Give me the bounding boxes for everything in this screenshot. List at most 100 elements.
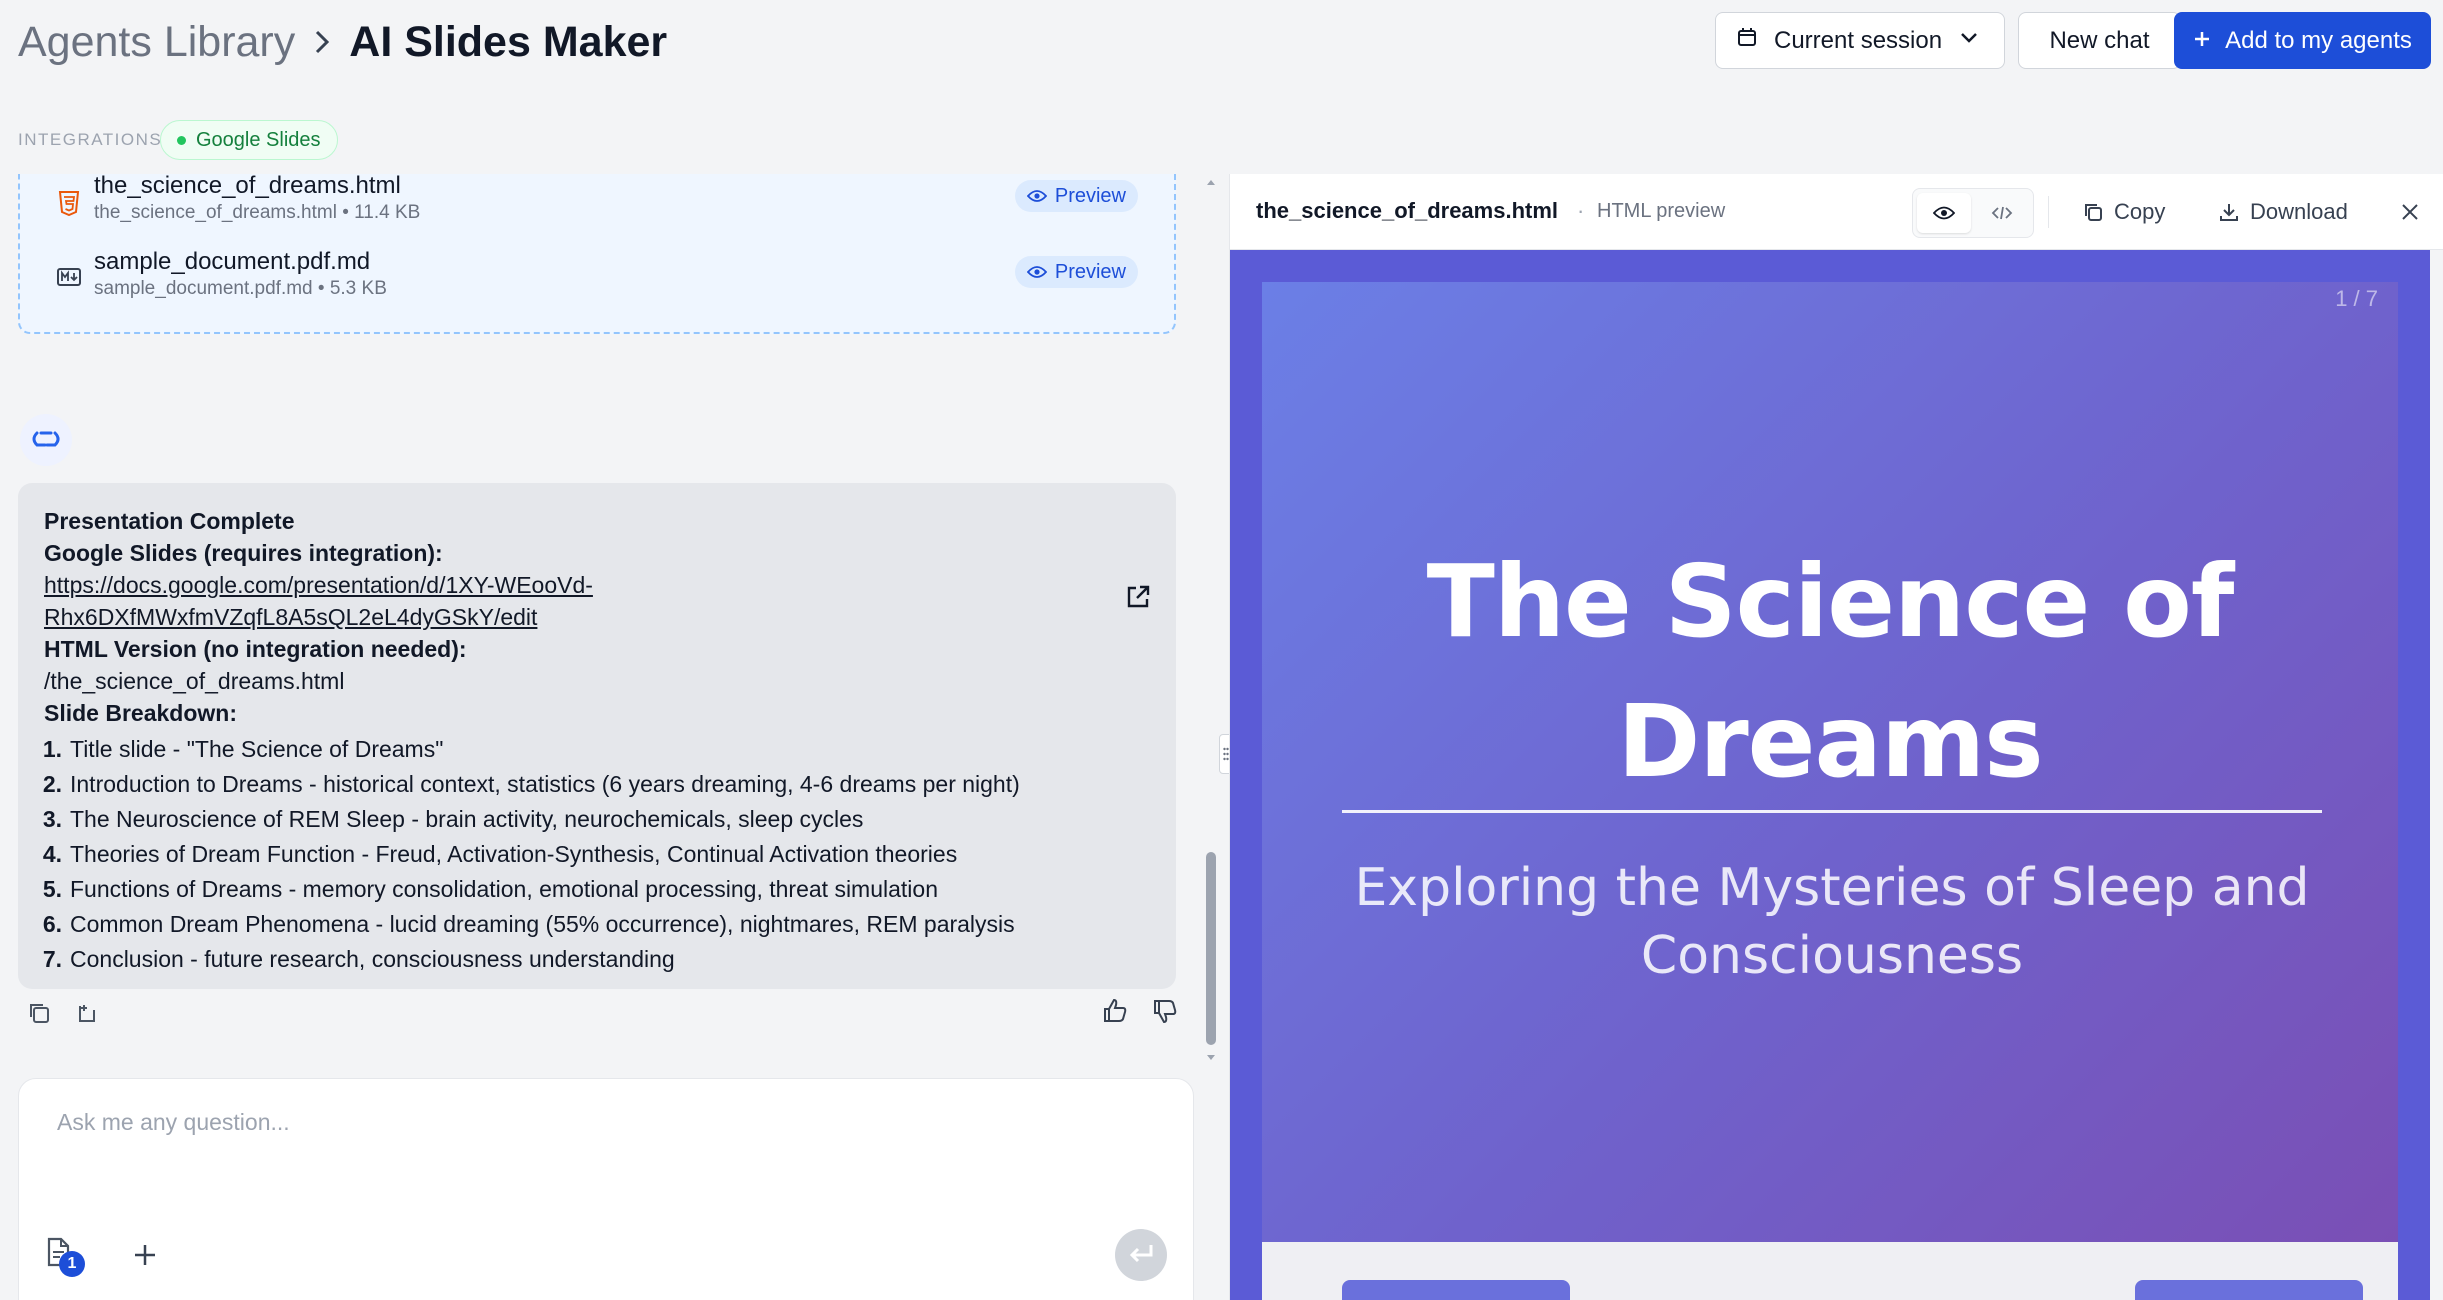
title-separator: · xyxy=(1577,198,1585,223)
list-item: 3. The Neuroscience of REM Sleep - brain … xyxy=(43,801,1150,836)
preview-button[interactable]: Preview xyxy=(1014,256,1138,288)
gslides-link[interactable]: https://docs.google.com/presentation/d/1… xyxy=(44,572,593,598)
page-title: AI Slides Maker xyxy=(349,17,668,66)
bookmark-plus-icon xyxy=(79,1005,95,1022)
preview-mode-button[interactable] xyxy=(1917,193,1971,233)
markdown-icon xyxy=(57,268,81,286)
code-mode-button[interactable] xyxy=(1975,193,2029,233)
download-icon xyxy=(2220,204,2238,221)
file-row: sample_document.pdf.md sample_document.p… xyxy=(20,248,1174,328)
external-link-icon[interactable] xyxy=(1124,583,1152,611)
new-chat-label: New chat xyxy=(2049,26,2150,54)
list-number: 6. xyxy=(42,910,62,937)
file-name[interactable]: the_science_of_dreams.html xyxy=(94,174,401,200)
session-select[interactable]: Current session xyxy=(1715,12,2005,69)
save-message-button[interactable] xyxy=(72,998,102,1028)
breadcrumb-agents-library[interactable]: Agents Library xyxy=(18,18,295,67)
list-item: 5. Functions of Dreams - memory consolida… xyxy=(43,871,1150,906)
preview-scrollbar[interactable] xyxy=(2430,250,2443,1300)
list-text: Theories of Dream Function - Freud, Acti… xyxy=(70,840,958,867)
preview-label: Preview xyxy=(1054,260,1126,283)
thumbs-up-icon xyxy=(1104,998,1127,1022)
slide-divider xyxy=(1342,810,2322,813)
list-item: 1. Title slide - "The Science of Dreams" xyxy=(43,731,1150,766)
list-text: Conclusion - future research, consciousn… xyxy=(70,945,675,972)
file-row: the_science_of_dreams.html the_science_o… xyxy=(20,174,1174,256)
list-text: Common Dream Phenomena - lucid dreaming … xyxy=(70,910,1015,937)
list-item: 6. Common Dream Phenomena - lucid dreamin… xyxy=(43,906,1150,941)
slide-counter: 1 / 7 xyxy=(2335,286,2378,311)
send-button[interactable] xyxy=(1115,1229,1167,1281)
slide-breakdown-list: 1. Title slide - "The Science of Dreams" … xyxy=(43,731,1150,976)
status-dot-icon xyxy=(177,135,186,145)
html-path: /the_science_of_dreams.html xyxy=(44,668,345,694)
list-text: The Neuroscience of REM Sleep - brain ac… xyxy=(70,805,864,832)
scroll-down-icon[interactable] xyxy=(1205,1052,1217,1064)
new-chat-button[interactable]: New chat xyxy=(2018,12,2181,69)
copy-icon xyxy=(2085,204,2102,221)
scroll-up-icon[interactable] xyxy=(1205,176,1217,188)
slide-title: The Science of Dreams xyxy=(1426,543,2235,800)
agent-avatar xyxy=(20,414,72,466)
eye-icon xyxy=(1933,206,1955,220)
chat-input-box: 1 xyxy=(18,1078,1194,1300)
slide-next-button[interactable] xyxy=(2135,1280,2363,1300)
list-item: 7. Conclusion - future research, consciou… xyxy=(43,941,1150,976)
enter-icon xyxy=(1129,1245,1153,1263)
eye-icon xyxy=(1026,266,1047,278)
preview-filename: the_science_of_dreams.html xyxy=(1256,198,1559,223)
integration-chip-label: Google Slides xyxy=(196,128,321,151)
list-text: Title slide - "The Science of Dreams" xyxy=(70,735,444,762)
close-icon xyxy=(2402,204,2418,220)
attachment-count-badge: 1 xyxy=(59,1251,85,1277)
list-number: 3. xyxy=(42,805,62,832)
attached-files-list: the_science_of_dreams.html the_science_o… xyxy=(18,174,1176,334)
thumbs-down-icon xyxy=(1154,1000,1177,1024)
message-feedback xyxy=(1100,996,1180,1026)
thumbs-up-button[interactable] xyxy=(1100,996,1130,1026)
gslides-link-continued[interactable]: Rhx6DXfMWxfmVZqfL8A5sQL2eL4dyGSkY/edit xyxy=(44,604,537,630)
plus-icon xyxy=(2193,27,2211,55)
chevron-down-icon xyxy=(1958,26,1980,55)
chat-scrollbar-thumb[interactable] xyxy=(1206,852,1216,1045)
breadcrumb: Agents Library AI Slides Maker xyxy=(18,14,667,70)
close-panel-button[interactable] xyxy=(2392,192,2428,232)
slide-subtitle: Exploring the Mysteries of Sleep and Con… xyxy=(1354,858,2310,986)
html5-icon xyxy=(58,191,80,216)
assistant-message: Presentation Complete Google Slides (req… xyxy=(18,483,1176,989)
list-text: Introduction to Dreams - historical cont… xyxy=(70,770,1020,797)
view-mode-toggle xyxy=(1912,188,2034,238)
preview-panel-header: the_science_of_dreams.html · HTML previe… xyxy=(1230,174,2443,250)
integration-chip-google-slides[interactable]: Google Slides xyxy=(160,120,338,160)
code-icon xyxy=(1991,206,2013,220)
add-button[interactable] xyxy=(127,1237,163,1273)
html-version-label: HTML Version (no integration needed): xyxy=(44,636,467,662)
slides-agent-icon xyxy=(32,431,60,447)
slide-prev-button[interactable] xyxy=(1342,1280,1570,1300)
slide: 1 / 7 The Science of Dreams Exploring th… xyxy=(1262,282,2398,1242)
chat-input[interactable] xyxy=(57,1109,1057,1136)
copy-label: Copy xyxy=(2114,199,2166,224)
list-number: 1. xyxy=(42,735,62,762)
preview-button[interactable]: Preview xyxy=(1014,180,1138,212)
copy-message-button[interactable] xyxy=(24,998,54,1028)
list-number: 2. xyxy=(42,770,62,797)
file-name[interactable]: sample_document.pdf.md xyxy=(94,248,370,276)
copy-button[interactable]: Copy xyxy=(2082,192,2165,232)
preview-label: Preview xyxy=(1054,184,1126,207)
gslides-label: Google Slides (requires integration): xyxy=(44,540,443,566)
list-number: 4. xyxy=(42,840,62,867)
list-number: 7. xyxy=(42,945,62,972)
preview-mode-label: HTML preview xyxy=(1597,200,1726,222)
download-button[interactable]: Download xyxy=(2218,192,2348,232)
eye-icon xyxy=(1026,190,1047,202)
calendar-icon xyxy=(1736,26,1758,55)
toolbar-divider xyxy=(2048,196,2049,228)
add-to-my-agents-button[interactable]: Add to my agents xyxy=(2174,12,2431,69)
thumbs-down-button[interactable] xyxy=(1150,996,1180,1026)
list-item: 4. Theories of Dream Function - Freud, Ac… xyxy=(43,836,1150,871)
copy-icon xyxy=(30,1004,49,1023)
html-preview-frame[interactable]: 1 / 7 The Science of Dreams Exploring th… xyxy=(1230,250,2430,1300)
plus-icon xyxy=(135,1245,155,1265)
file-meta: the_science_of_dreams.html • 11.4 KB xyxy=(94,202,421,223)
